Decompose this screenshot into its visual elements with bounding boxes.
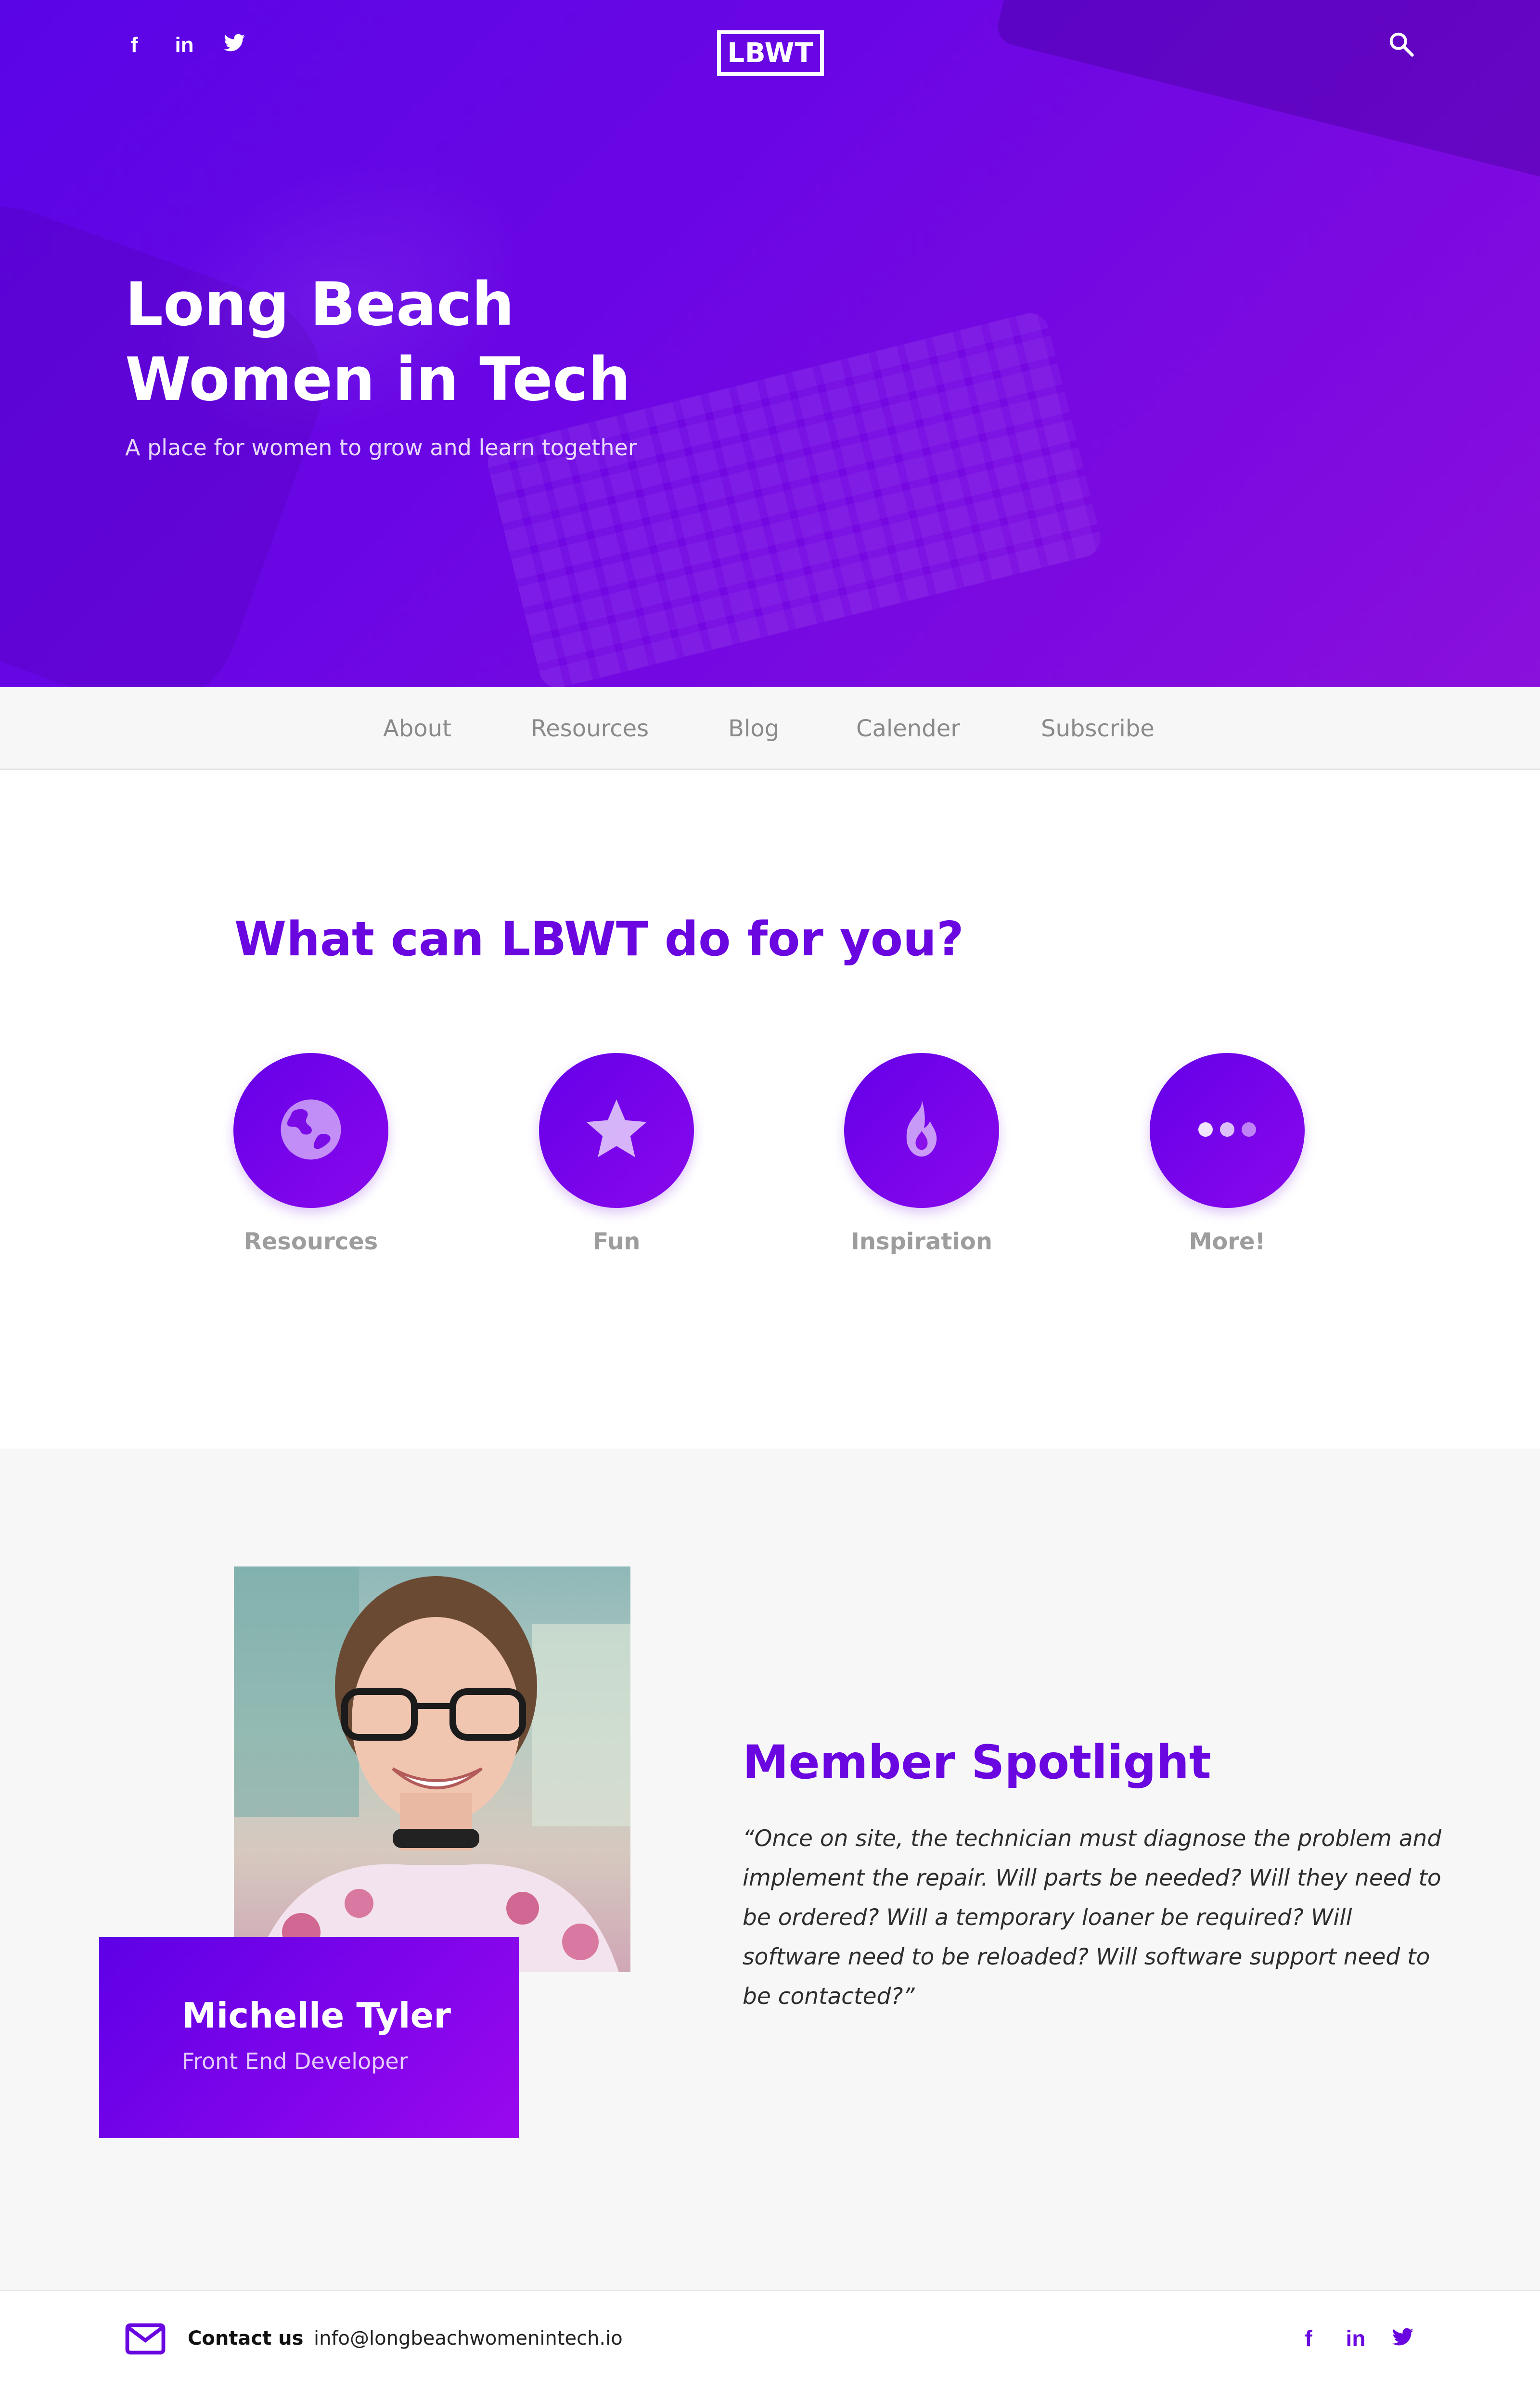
star-icon [580, 1093, 653, 1168]
hero-background-monitor [994, 0, 1540, 204]
member-name: Michelle Tyler [182, 1995, 451, 2036]
service-fun-label: Fun [592, 1228, 641, 1255]
search-icon[interactable] [1387, 30, 1416, 59]
service-inspiration-circle[interactable] [844, 1053, 999, 1208]
spotlight-quote: “Once on site, the technician must diagn… [743, 1825, 1442, 2010]
mail-icon [125, 2323, 166, 2355]
site-logo[interactable]: LBWT [717, 30, 824, 76]
service-resources-label: Resources [244, 1228, 378, 1255]
main-navigation: About Resources Blog Calender Subscribe [0, 687, 1540, 770]
service-more-circle[interactable] [1150, 1053, 1305, 1208]
services-title: What can LBWT do for you? [234, 912, 964, 967]
header-social-links: f in [117, 32, 251, 59]
service-more[interactable]: More! [1145, 1053, 1309, 1256]
linkedin-icon[interactable]: in [167, 32, 201, 59]
member-photo [234, 1566, 630, 1972]
hero-tagline: A place for women to grow and learn toge… [125, 435, 637, 461]
service-more-label: More! [1189, 1228, 1266, 1255]
twitter-icon[interactable] [1386, 2325, 1420, 2352]
service-inspiration-label: Inspiration [850, 1228, 993, 1255]
more-dots-icon [1191, 1115, 1263, 1146]
contact-email-link[interactable]: info@longbeachwomenintech.io [314, 2325, 623, 2352]
service-resources-circle[interactable] [233, 1053, 388, 1208]
nav-item-resources[interactable]: Resources [531, 714, 649, 743]
service-fun[interactable]: Fun [535, 1053, 698, 1256]
hero-title: Long Beach Women in Tech [125, 270, 631, 414]
facebook-icon[interactable]: f [1292, 2325, 1325, 2352]
nav-item-about[interactable]: About [383, 714, 451, 743]
twitter-icon[interactable] [218, 32, 251, 59]
service-inspiration[interactable]: Inspiration [840, 1053, 1003, 1256]
linkedin-icon[interactable]: in [1339, 2325, 1373, 2352]
hero-banner: f in LBWT Long Beach Women in Tech A pla… [0, 0, 1540, 687]
spotlight-title: Member Spotlight [743, 1735, 1211, 1789]
member-role: Front End Developer [182, 2048, 408, 2074]
facebook-icon[interactable]: f [117, 32, 151, 59]
flame-icon [886, 1093, 958, 1168]
service-fun-circle[interactable] [539, 1053, 694, 1208]
nav-item-blog[interactable]: Blog [728, 714, 779, 743]
member-name-card: Michelle Tyler Front End Developer [99, 1937, 519, 2138]
footer-social-links: f in [1292, 2325, 1420, 2352]
globe-icon [275, 1093, 347, 1168]
contact-label: Contact us [188, 2327, 304, 2349]
footer: Contact us info@longbeachwomenintech.io … [0, 2290, 1540, 2388]
nav-item-subscribe[interactable]: Subscribe [1041, 714, 1155, 743]
nav-item-calender[interactable]: Calender [856, 714, 960, 743]
service-resources[interactable]: Resources [229, 1053, 393, 1256]
